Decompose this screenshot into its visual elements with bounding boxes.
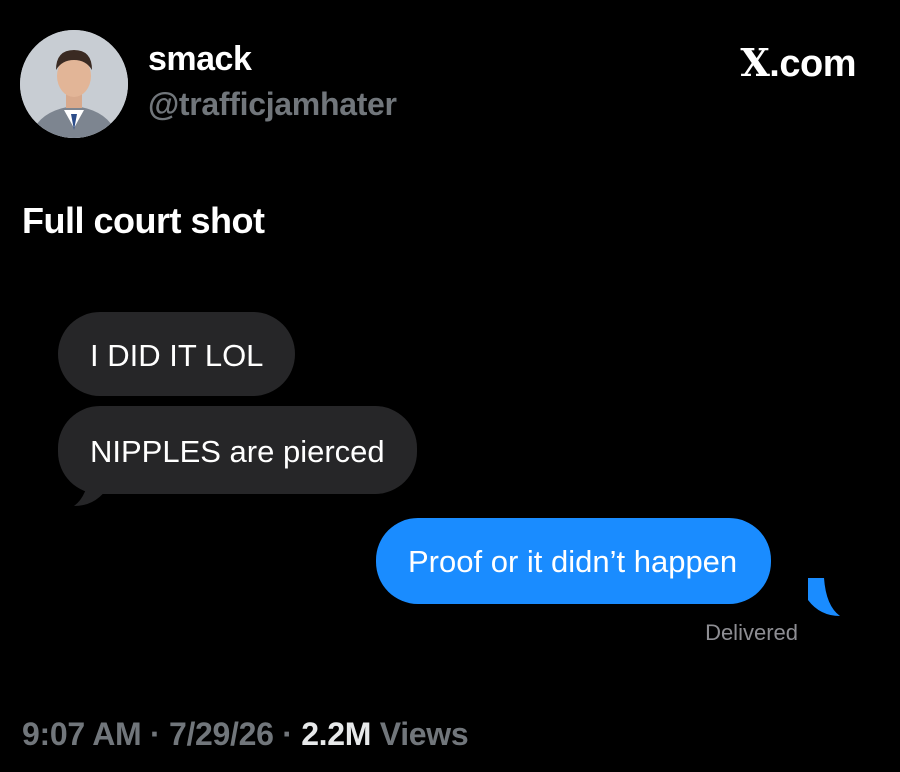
views-count[interactable]: 2.2M <box>301 716 371 752</box>
tweet-text: Full court shot <box>22 200 265 241</box>
x-com-watermark: X.com <box>740 40 856 86</box>
separator: · <box>141 716 169 752</box>
tweet-date[interactable]: 7/29/26 <box>169 716 274 752</box>
tweet-time[interactable]: 9:07 AM <box>22 716 142 752</box>
message-text: Proof or it didn’t happen <box>408 544 738 579</box>
message-text: I DID IT LOL <box>90 338 264 373</box>
message-text: NIPPLES are pierced <box>90 434 385 469</box>
tweet-metadata: 9:07 AM · 7/29/26 · 2.2M Views <box>22 716 469 753</box>
outgoing-bubble-tail <box>808 578 840 616</box>
author-display-name[interactable]: smack <box>148 40 252 79</box>
incoming-message-bubble: I DID IT LOL <box>58 312 296 396</box>
outgoing-message-bubble: Proof or it didn’t happen <box>376 518 772 604</box>
author-avatar[interactable] <box>20 30 128 138</box>
delivery-status: Delivered <box>705 620 798 645</box>
author-handle[interactable]: @trafficjamhater <box>148 86 397 123</box>
incoming-message-bubble: NIPPLES are pierced <box>58 406 417 494</box>
separator: · <box>273 716 302 752</box>
incoming-bubble-tail <box>74 468 106 506</box>
brand-suffix: .com <box>769 43 856 85</box>
x-logo-icon: X <box>740 40 770 85</box>
avatar-photo <box>20 30 128 138</box>
views-label[interactable]: Views <box>371 716 469 752</box>
